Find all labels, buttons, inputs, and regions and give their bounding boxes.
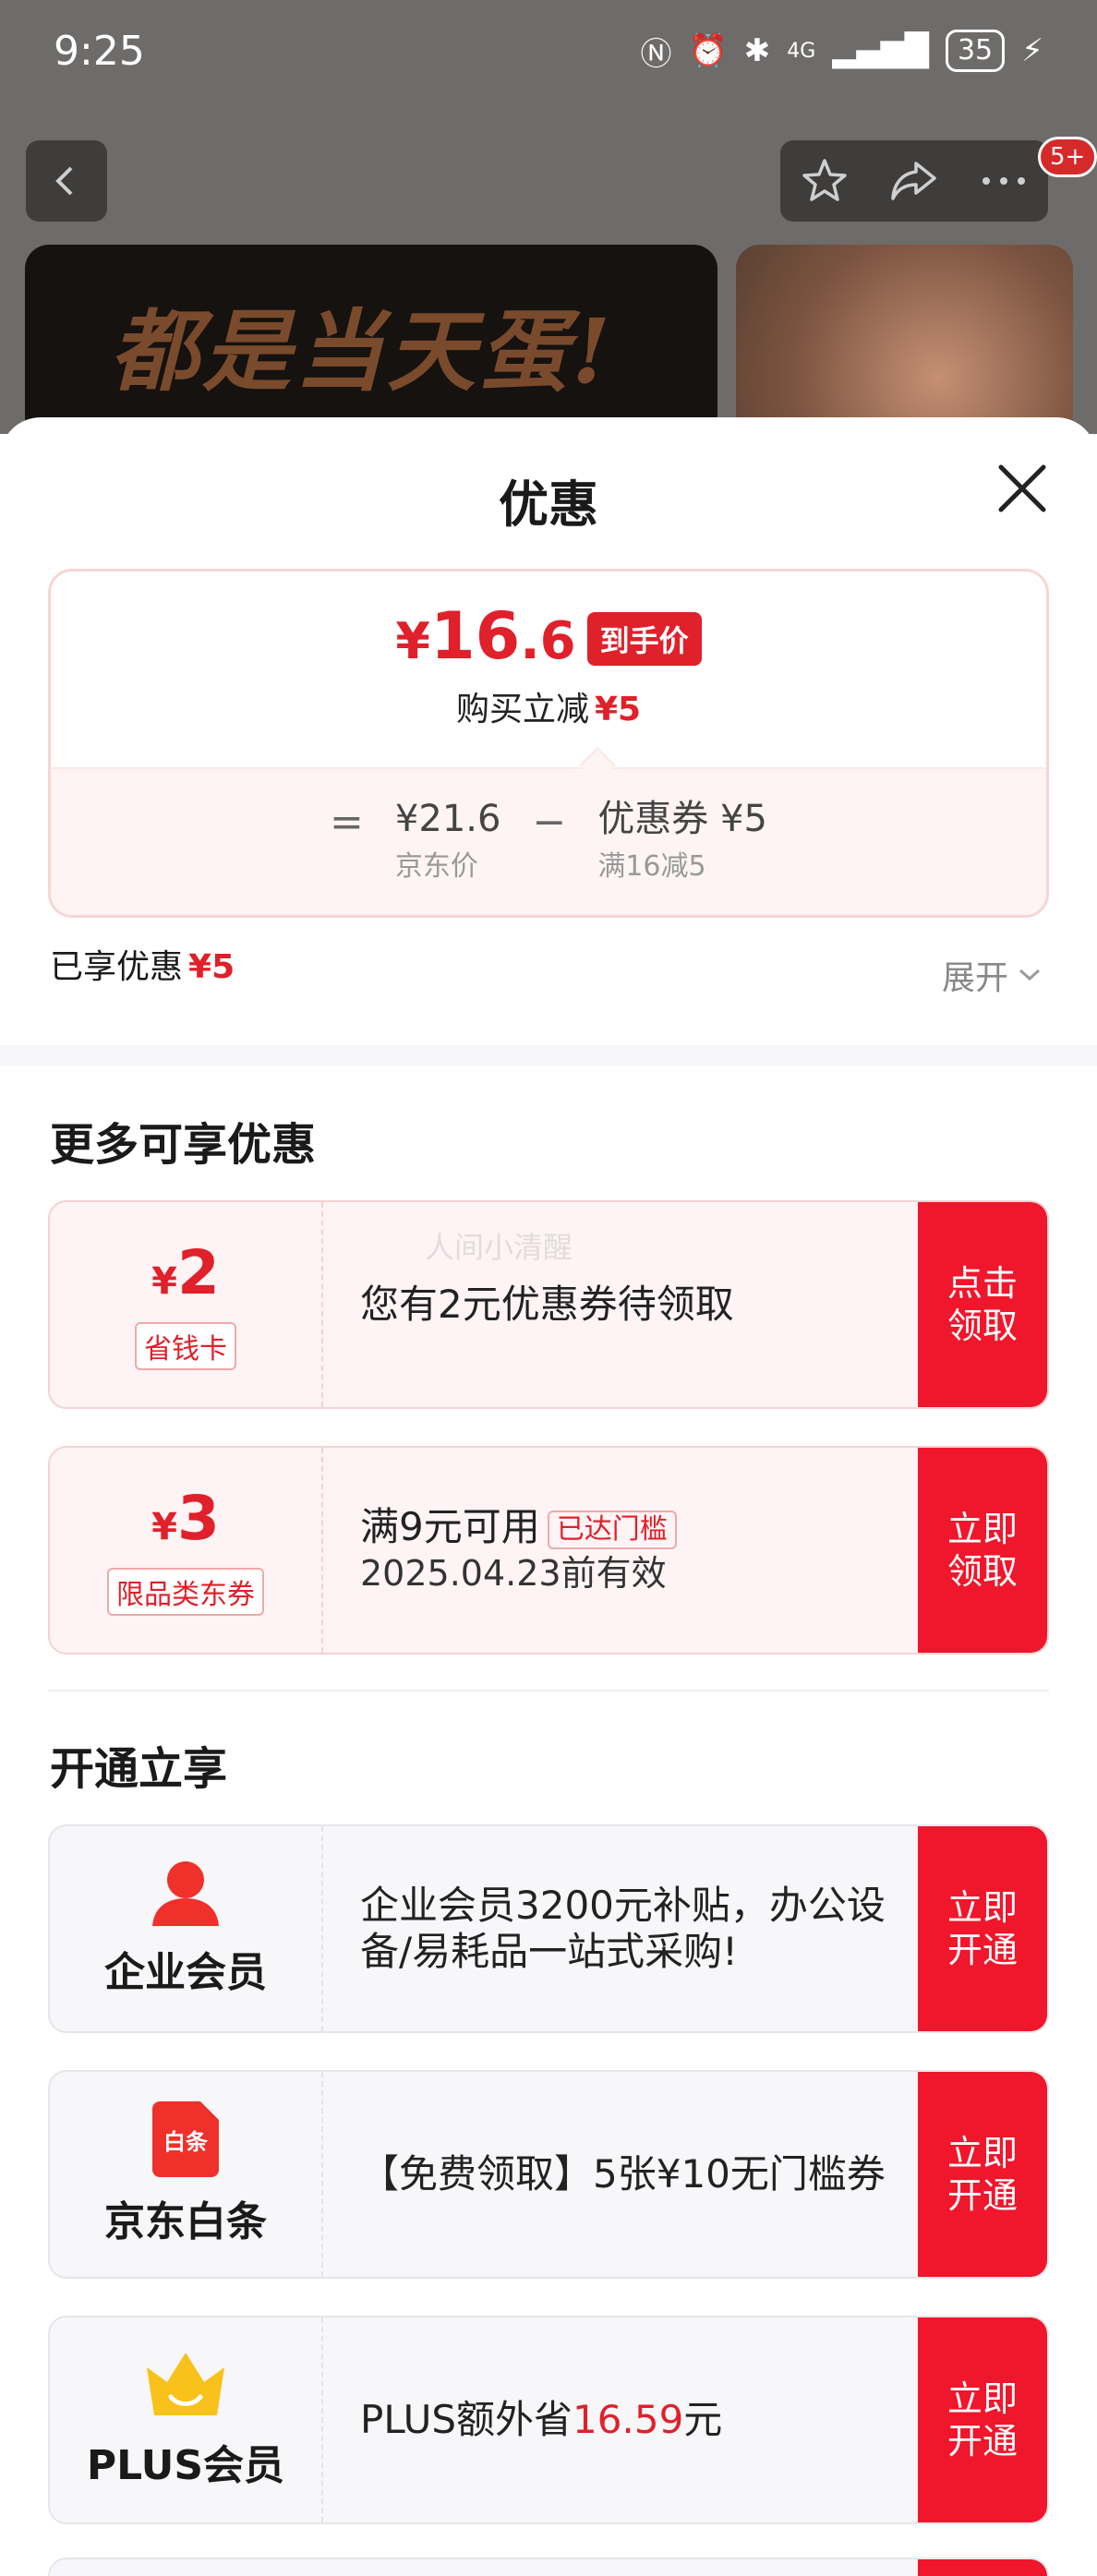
membership-description: PLUS额外省16.59元 bbox=[360, 2397, 723, 2442]
chevron-down-icon bbox=[1019, 969, 1041, 981]
chevron-left-icon bbox=[55, 166, 73, 196]
membership-card-partial bbox=[48, 2558, 1049, 2576]
baitiao-icon: 白条 bbox=[152, 2101, 219, 2177]
membership-card: 白条 京东白条 【免费领取】5张¥10无门槛券 立即开通 bbox=[48, 2070, 1049, 2279]
more-button[interactable] bbox=[971, 149, 1036, 213]
coupon-type-tag: 省钱卡 bbox=[135, 1321, 236, 1370]
membership-name: 企业会员 bbox=[104, 1949, 267, 1996]
sheet-title: 优惠 bbox=[499, 475, 598, 534]
nfc-icon: Ⓝ bbox=[640, 35, 672, 73]
status-icons: Ⓝ ⏰ ✱ 4G ▂▄▆█ 35 ⚡ bbox=[640, 29, 1043, 74]
cart-badge: 5+ bbox=[1038, 137, 1097, 177]
jd-price: ¥21.6 京东价 bbox=[394, 798, 501, 883]
open-benefits-title: 开通立享 bbox=[50, 1743, 228, 1795]
top-action-group bbox=[780, 140, 1048, 222]
section-divider bbox=[0, 1045, 1097, 1065]
membership-name: PLUS会员 bbox=[86, 2442, 285, 2489]
coupon-validity: 2025.04.23前有效 bbox=[360, 1553, 667, 1594]
signal-icon: ▂▄▆█ bbox=[832, 32, 929, 69]
alarm-icon: ⏰ bbox=[688, 32, 728, 69]
expand-toggle[interactable]: 展开 bbox=[942, 951, 1042, 999]
share-button[interactable] bbox=[882, 149, 946, 213]
section-separator bbox=[48, 1690, 1049, 1691]
enjoyed-discount: 已享优惠 ¥5 bbox=[50, 948, 235, 986]
activate-button-partial[interactable] bbox=[918, 2559, 1047, 2576]
watermark: 人间小清醒 bbox=[425, 1230, 573, 1265]
person-icon bbox=[152, 1861, 219, 1926]
membership-card: 企业会员 企业会员3200元补贴，办公设备/易耗品一站式采购! 立即开通 bbox=[48, 1824, 1049, 2033]
final-price: ¥16.6 bbox=[395, 598, 576, 674]
status-bar: 9:25 Ⓝ ⏰ ✱ 4G ▂▄▆█ 35 ⚡ bbox=[0, 0, 1097, 102]
price-formula: = ¥21.6 京东价 − 优惠券 ¥5 满16减5 bbox=[51, 767, 1046, 915]
minus-sign: − bbox=[532, 799, 567, 846]
threshold-reached-badge: 已达门槛 bbox=[547, 1510, 677, 1549]
activate-button[interactable]: 立即开通 bbox=[918, 2072, 1047, 2277]
price-breakdown-card: ¥16.6 到手价 购买立减 ¥5 = ¥21.6 京东价 − 优惠券 ¥5 满1… bbox=[48, 569, 1049, 918]
final-price-tag: 到手价 bbox=[586, 612, 702, 666]
share-icon bbox=[891, 162, 936, 200]
price-summary: ¥16.6 到手价 购买立减 ¥5 bbox=[51, 572, 1046, 756]
bluetooth-icon: ✱ bbox=[743, 32, 771, 69]
instant-discount: 购买立减 ¥5 bbox=[455, 691, 642, 728]
coupon-type-tag: 限品类东券 bbox=[107, 1567, 264, 1616]
membership-description: 【免费领取】5张¥10无门槛券 bbox=[360, 2151, 886, 2197]
activate-button[interactable]: 立即开通 bbox=[918, 2317, 1047, 2522]
claim-coupon-button[interactable]: 点击领取 bbox=[918, 1202, 1047, 1407]
star-icon bbox=[802, 159, 848, 201]
coupon-amount: ¥3 bbox=[151, 1482, 220, 1554]
activate-button[interactable]: 立即开通 bbox=[918, 1826, 1047, 2031]
coupon-card: ¥3 限品类东券 满9元可用 已达门槛 2025.04.23前有效 立即领取 bbox=[48, 1446, 1049, 1655]
membership-card: PLUS会员 PLUS额外省16.59元 立即开通 bbox=[48, 2316, 1049, 2524]
back-button[interactable] bbox=[26, 140, 107, 222]
favorite-button[interactable] bbox=[792, 149, 857, 213]
charging-icon: ⚡ bbox=[1021, 32, 1043, 69]
coupon-condition: 满9元可用 已达门槛 bbox=[360, 1504, 914, 1550]
coupon-deduction: 优惠券 ¥5 满16减5 bbox=[597, 798, 767, 883]
network-label: 4G bbox=[787, 39, 816, 63]
product-banner: 都是当天蛋! bbox=[25, 245, 717, 434]
discount-sheet: 优惠 ¥16.6 到手价 购买立减 ¥5 = ¥21.6 京东价 − 优惠券 ¥… bbox=[0, 417, 1097, 2576]
more-discounts-title: 更多可享优惠 bbox=[50, 1119, 317, 1171]
close-icon[interactable] bbox=[994, 460, 1051, 517]
more-dots-icon bbox=[982, 177, 1025, 185]
background-product-page: 9:25 Ⓝ ⏰ ✱ 4G ▂▄▆█ 35 ⚡ 5+ 都是当天蛋! bbox=[0, 0, 1097, 434]
battery-indicator: 35 bbox=[945, 30, 1006, 72]
status-time: 9:25 bbox=[54, 27, 145, 75]
coupon-description: 您有2元优惠券待领取 bbox=[360, 1282, 734, 1327]
product-photo bbox=[736, 245, 1073, 434]
crown-icon bbox=[147, 2353, 224, 2415]
claim-coupon-button[interactable]: 立即领取 bbox=[918, 1448, 1047, 1653]
membership-description: 企业会员3200元补贴，办公设备/易耗品一站式采购! bbox=[360, 1883, 886, 1974]
banner-slogan: 都是当天蛋! bbox=[110, 299, 615, 403]
membership-name: 京东白条 bbox=[104, 2198, 267, 2245]
equals-sign: = bbox=[330, 799, 364, 846]
coupon-amount: ¥2 bbox=[151, 1236, 220, 1308]
